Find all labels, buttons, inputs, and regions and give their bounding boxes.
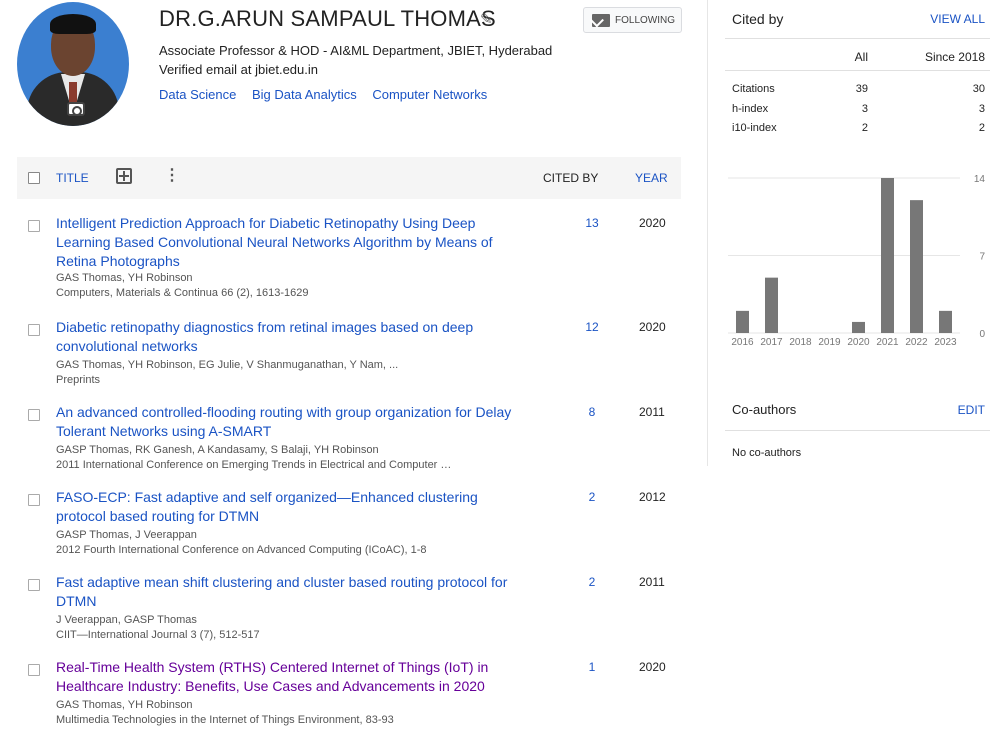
cited-by-link[interactable]: 13: [580, 216, 604, 230]
sort-by-year[interactable]: YEAR: [635, 171, 668, 185]
interest-link[interactable]: Big Data Analytics: [252, 87, 357, 102]
chart-bar-2021[interactable]: [881, 178, 894, 333]
more-options-icon[interactable]: ⋮: [164, 166, 180, 186]
following-button[interactable]: FOLLOWING: [583, 7, 682, 33]
article-authors: GAS Thomas, YH Robinson, EG Julie, V Sha…: [56, 359, 399, 371]
article-year: 2011: [639, 405, 665, 419]
cited-by-link[interactable]: 12: [580, 320, 604, 334]
article-authors: GASP Thomas, RK Ganesh, A Kandasamy, S B…: [56, 444, 379, 456]
chart-xlabel: 2020: [847, 337, 870, 348]
profile-affiliation: Associate Professor & HOD - AI&ML Depart…: [159, 43, 553, 58]
article-title-link[interactable]: Real-Time Health System (RTHS) Centered …: [56, 658, 516, 696]
profile-photo[interactable]: [17, 2, 129, 126]
view-all-link[interactable]: VIEW ALL: [930, 12, 985, 26]
row-checkbox[interactable]: [28, 579, 40, 591]
chart-bar-2023[interactable]: [939, 310, 952, 333]
row-checkbox[interactable]: [28, 409, 40, 421]
article-title-link[interactable]: FASO-ECP: Fast adaptive and self organiz…: [56, 488, 516, 526]
col-all-header: All: [854, 50, 868, 64]
camera-icon[interactable]: [67, 102, 85, 116]
article-title-link[interactable]: Fast adaptive mean shift clustering and …: [56, 573, 516, 611]
divider: [725, 430, 990, 431]
chart-xlabel: 2021: [876, 337, 899, 348]
stat-since-value: 3: [978, 103, 985, 115]
stat-all-value: 39: [855, 83, 868, 95]
article-authors: GASP Thomas, J Veerappan: [56, 529, 197, 541]
stat-all-value: 3: [861, 103, 868, 115]
article-venue: Computers, Materials & Continua 66 (2), …: [56, 287, 309, 299]
article-title-link[interactable]: An advanced controlled-flooding routing …: [56, 403, 516, 441]
chart-bar-2016[interactable]: [736, 310, 749, 333]
edit-pencil-icon[interactable]: ✎: [480, 10, 493, 28]
coauthors-title: Co-authors: [732, 402, 797, 417]
article-title-link[interactable]: Intelligent Prediction Approach for Diab…: [56, 214, 516, 271]
interest-link[interactable]: Data Science: [159, 87, 236, 102]
row-checkbox[interactable]: [28, 220, 40, 232]
divider: [725, 38, 990, 39]
article-venue: 2011 International Conference on Emergin…: [56, 459, 452, 471]
cited-by-link[interactable]: 2: [580, 575, 604, 589]
article-venue: Preprints: [56, 374, 101, 386]
no-coauthors-text: No co-authors: [732, 447, 802, 459]
row-checkbox[interactable]: [28, 494, 40, 506]
stat-since-value: 30: [972, 83, 985, 95]
article-authors: GAS Thomas, YH Robinson: [56, 272, 193, 284]
profile-name: DR.G.ARUN SAMPAUL THOMAS: [159, 6, 496, 31]
cited-by-link[interactable]: 1: [580, 660, 604, 674]
article-authors: J Veerappan, GASP Thomas: [56, 614, 197, 626]
stat-label: Citations: [732, 83, 775, 95]
article-venue: Multimedia Technologies in the Internet …: [56, 714, 394, 726]
chart-xlabel: 2017: [760, 337, 783, 348]
envelope-check-icon: [592, 13, 610, 27]
add-article-icon[interactable]: [116, 168, 132, 184]
chart-xlabel: 2016: [731, 337, 754, 348]
research-interests: Data Science Big Data Analytics Computer…: [159, 87, 499, 102]
chart-xlabel: 2019: [818, 337, 841, 348]
stat-label: h-index: [732, 103, 769, 115]
article-year: 2020: [639, 660, 666, 674]
chart-bar-2017[interactable]: [765, 277, 778, 333]
interest-link[interactable]: Computer Networks: [372, 87, 487, 102]
cited-by-link[interactable]: 8: [580, 405, 604, 419]
edit-coauthors-link[interactable]: EDIT: [958, 403, 985, 417]
article-venue: 2012 Fourth International Conference on …: [56, 544, 427, 556]
select-all-checkbox[interactable]: [28, 172, 40, 184]
following-label: FOLLOWING: [615, 14, 676, 26]
articles-table-header: TITLE ⋮ CITED BY YEAR: [17, 157, 681, 199]
divider: [725, 70, 990, 71]
stat-since-value: 2: [978, 122, 985, 134]
chart-xlabel: 2018: [789, 337, 812, 348]
article-title-link[interactable]: Diabetic retinopathy diagnostics from re…: [56, 318, 516, 356]
sort-by-title[interactable]: TITLE: [56, 171, 89, 185]
article-authors: GAS Thomas, YH Robinson: [56, 699, 193, 711]
cited-by-title: Cited by: [732, 11, 784, 27]
chart-ylabel: 14: [974, 174, 986, 185]
chart-bar-2020[interactable]: [852, 321, 865, 333]
chart-xlabel: 2022: [905, 337, 928, 348]
profile-email: Verified email at jbiet.edu.in: [159, 62, 318, 77]
citations-chart: 2016 2017 2018 2019 2020 2021 2022 2023 14 7 0: [728, 174, 986, 348]
article-year: 2012: [639, 490, 666, 504]
chart-ylabel: 0: [979, 329, 985, 340]
cited-by-link[interactable]: 2: [580, 490, 604, 504]
chart-ylabel: 7: [979, 252, 985, 263]
col-since-header: Since 2018: [924, 50, 985, 64]
article-year: 2011: [639, 575, 665, 589]
row-checkbox[interactable]: [28, 324, 40, 336]
photo-hair: [50, 14, 96, 34]
sort-by-cited[interactable]: CITED BY: [543, 171, 598, 185]
cited-by-panel: Cited by VIEW ALL All Since 2018 Citatio…: [708, 0, 990, 732]
row-checkbox[interactable]: [28, 664, 40, 676]
article-year: 2020: [639, 216, 666, 230]
article-venue: CIIT—International Journal 3 (7), 512-51…: [56, 629, 260, 641]
stat-all-value: 2: [861, 122, 868, 134]
article-year: 2020: [639, 320, 666, 334]
chart-bar-2022[interactable]: [910, 200, 923, 333]
stat-label: i10-index: [732, 122, 777, 134]
chart-xlabel: 2023: [934, 337, 957, 348]
